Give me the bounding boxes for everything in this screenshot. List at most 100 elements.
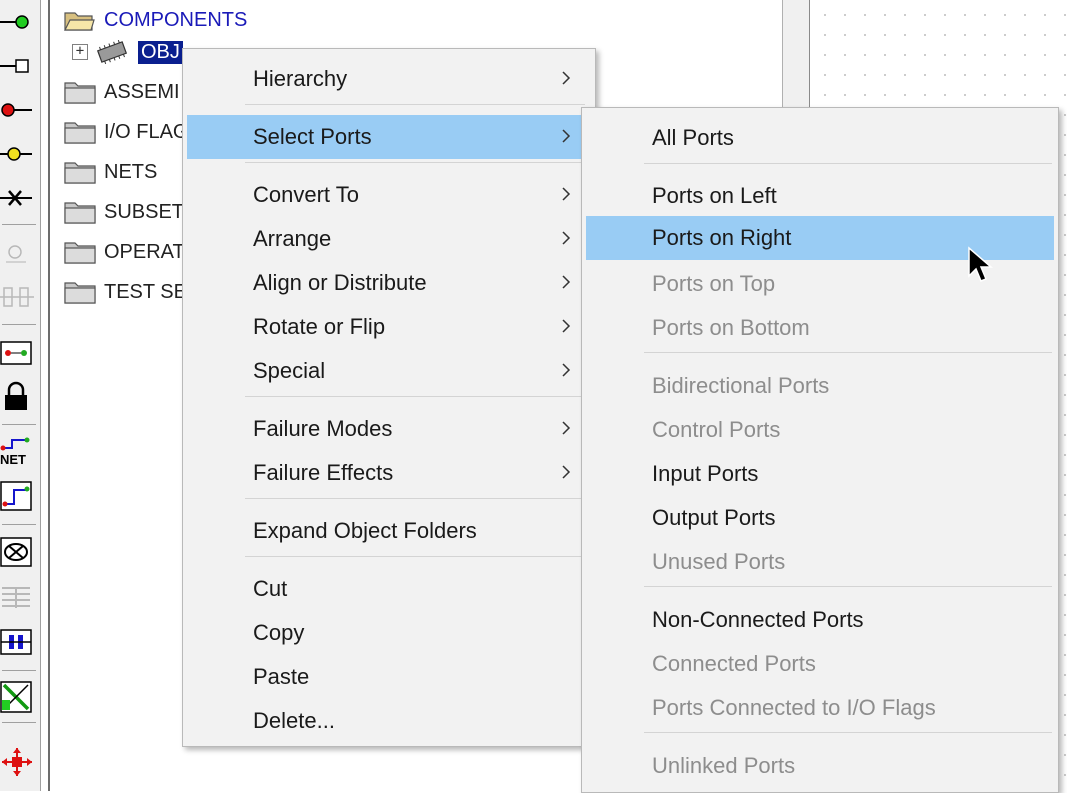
red-port-tool-button[interactable] <box>0 90 38 130</box>
tree-item-label: OBJ <box>138 40 183 64</box>
submenu-arrow-icon <box>562 465 571 479</box>
select-ports-submenu: All Ports Ports on Left Ports on Right P… <box>581 107 1059 793</box>
menu-item-label: Arrange <box>253 226 332 251</box>
submenu-arrow-icon <box>562 363 571 377</box>
menu-item-convert-to[interactable]: Convert To <box>187 173 591 217</box>
menu-item-paste[interactable]: Paste <box>187 655 591 699</box>
yellow-port-tool-button[interactable] <box>0 134 38 174</box>
menu-item-label: Output Ports <box>652 505 776 530</box>
menu-item-label: Cut <box>253 576 288 601</box>
chip-icon <box>94 39 130 65</box>
net-label: NET <box>0 452 26 467</box>
submenu-item-ports-connected-to-io-flags: Ports Connected to I/O Flags <box>586 686 1054 730</box>
folder-icon <box>64 280 96 304</box>
menu-item-failure-effects[interactable]: Failure Effects <box>187 451 591 495</box>
connector-tool-button[interactable] <box>0 334 38 374</box>
menu-item-rotate-or-flip[interactable]: Rotate or Flip <box>187 305 591 349</box>
menu-item-label: Rotate or Flip <box>253 314 386 339</box>
menu-item-label: Select Ports <box>253 124 372 149</box>
menu-item-label: Ports on Top <box>652 271 776 296</box>
menu-item-label: Non-Connected Ports <box>652 607 864 632</box>
square-port-tool-button[interactable] <box>0 46 38 86</box>
menu-item-label: Failure Effects <box>253 460 394 485</box>
tree-item-components[interactable]: COMPONENTS <box>64 5 247 35</box>
submenu-arrow-icon <box>562 275 571 289</box>
menu-item-label: Delete... <box>253 708 335 733</box>
folder-icon <box>64 160 96 184</box>
submenu-item-ports-on-bottom: Ports on Bottom <box>586 306 1054 350</box>
menu-item-label: Hierarchy <box>253 66 348 91</box>
mouse-cursor-icon <box>968 246 994 282</box>
tree-item-operations[interactable]: OPERAT <box>64 237 185 267</box>
submenu-item-output-ports[interactable]: Output Ports <box>586 496 1054 540</box>
cross-icon <box>0 190 32 206</box>
tree-item-obj[interactable]: + OBJ <box>72 37 183 67</box>
tree-item-label: NETS <box>104 160 158 183</box>
submenu-item-unused-ports: Unused Ports <box>586 540 1054 584</box>
submenu-arrow-icon <box>562 319 571 333</box>
tree-item-label: ASSEMI <box>104 80 180 103</box>
green-port-tool-button[interactable] <box>0 2 38 42</box>
square-port-icon <box>0 59 29 73</box>
menu-item-delete[interactable]: Delete... <box>187 699 591 743</box>
ghost-text-tool-button[interactable] <box>0 578 38 618</box>
menu-item-label: Align or Distribute <box>253 270 427 295</box>
tree-item-label: SUBSET <box>104 200 185 223</box>
connector-icon <box>0 341 32 365</box>
menu-item-expand-object-folders[interactable]: Expand Object Folders <box>187 509 591 553</box>
green-x-tool-button[interactable] <box>0 678 38 718</box>
tree-item-assemblies[interactable]: ASSEMI <box>64 77 180 107</box>
menu-item-copy[interactable]: Copy <box>187 611 591 655</box>
menu-item-align-or-distribute[interactable]: Align or Distribute <box>187 261 591 305</box>
submenu-item-bidirectional-ports: Bidirectional Ports <box>586 364 1054 408</box>
tree-item-label: I/O FLAG <box>104 120 189 143</box>
wire-tool-button[interactable] <box>0 476 38 516</box>
ghost-port-icon <box>6 245 26 263</box>
ghost-port-tool-button[interactable] <box>0 234 38 274</box>
submenu-item-non-connected-ports[interactable]: Non-Connected Ports <box>586 598 1054 642</box>
lock-tool-button[interactable] <box>0 378 38 418</box>
tree-item-subsets[interactable]: SUBSET <box>64 197 184 227</box>
menu-item-hierarchy[interactable]: Hierarchy <box>187 57 591 101</box>
tree-item-test-sets[interactable]: TEST SE <box>64 277 187 307</box>
menu-item-special[interactable]: Special <box>187 349 591 393</box>
menu-item-label: Special <box>253 358 326 383</box>
folder-icon <box>64 200 96 224</box>
expand-icon[interactable]: + <box>72 44 88 60</box>
cross-port-tool-button[interactable] <box>0 178 38 218</box>
folder-icon <box>64 120 96 144</box>
submenu-arrow-icon <box>562 187 571 201</box>
menu-item-select-ports[interactable]: Select Ports <box>187 115 591 159</box>
wire-icon <box>0 481 32 511</box>
tree-item-label: COMPONENTS <box>104 8 248 31</box>
menu-item-arrange[interactable]: Arrange <box>187 217 591 261</box>
loop-tool-button[interactable] <box>0 532 38 572</box>
menu-item-failure-modes[interactable]: Failure Modes <box>187 407 591 451</box>
ghost-align-icon <box>0 287 34 307</box>
menu-item-label: Expand Object Folders <box>253 518 477 543</box>
green-port-icon <box>0 15 29 29</box>
switch-tool-button[interactable] <box>0 622 38 662</box>
tree-item-io-flags[interactable]: I/O FLAG <box>64 117 188 147</box>
menu-item-cut[interactable]: Cut <box>187 567 591 611</box>
submenu-item-unlinked-ports: Unlinked Ports <box>586 744 1054 788</box>
submenu-arrow-icon <box>562 71 571 85</box>
menu-item-label: Bidirectional Ports <box>652 373 830 398</box>
submenu-item-input-ports[interactable]: Input Ports <box>586 452 1054 496</box>
submenu-item-ports-on-left[interactable]: Ports on Left <box>586 174 1054 218</box>
ghost-text-icon <box>2 587 30 608</box>
tree-item-nets[interactable]: NETS <box>64 157 157 187</box>
menu-item-label: Copy <box>253 620 305 645</box>
tree-item-label: OPERAT <box>104 240 185 263</box>
ghost-align-tool-button[interactable] <box>0 278 38 318</box>
lock-icon <box>5 381 27 410</box>
menu-item-label: Unused Ports <box>652 549 786 574</box>
submenu-item-all-ports[interactable]: All Ports <box>586 116 1054 160</box>
menu-item-label: Ports on Left <box>652 183 777 208</box>
menu-item-label: All Ports <box>652 125 734 150</box>
net-tool-button[interactable]: NET <box>0 432 38 472</box>
open-folder-icon <box>64 8 96 32</box>
menu-item-label: Paste <box>253 664 310 689</box>
loop-icon <box>0 537 32 567</box>
move-tool-button[interactable] <box>0 740 38 780</box>
